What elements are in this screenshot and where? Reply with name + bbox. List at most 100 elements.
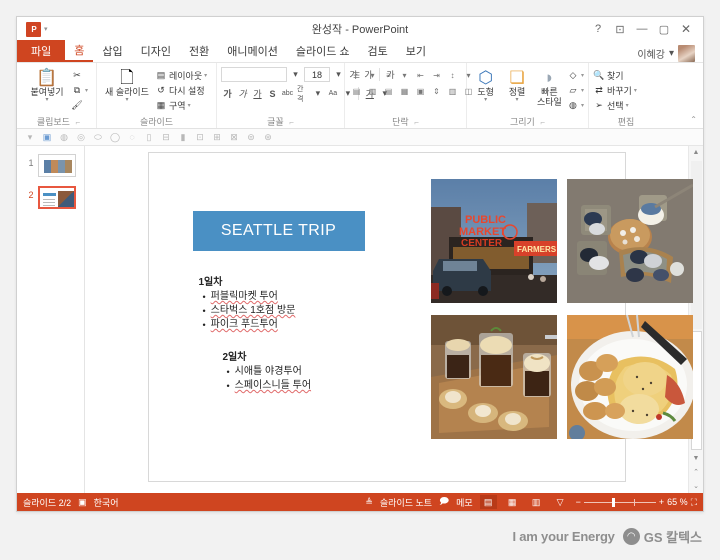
tab-design[interactable]: 디자인 — [132, 40, 180, 62]
strikethrough-button[interactable]: abc — [281, 87, 294, 101]
picture-tool-effect-1-icon[interactable]: ◍ — [57, 131, 71, 144]
picture-tool-crop-icon[interactable]: ▣ — [40, 131, 54, 144]
photo-cafe-lounge[interactable] — [566, 179, 693, 303]
replace-arrow-icon[interactable]: ▾ — [634, 87, 637, 94]
bold-button[interactable]: 가 — [221, 87, 234, 101]
picture-tool-align-1-icon[interactable]: ▯ — [142, 131, 156, 144]
layout-dropdown-arrow-icon[interactable]: ▾ — [204, 72, 207, 79]
thumbnail-row-2[interactable]: 2 — [26, 186, 76, 209]
comments-button[interactable]: 메모 — [456, 496, 473, 509]
arrange-button[interactable]: ❏ 정렬 ▾ — [502, 66, 531, 103]
find-button[interactable]: 🔍 찾기 — [593, 68, 637, 82]
scroll-up-button[interactable]: ▲ — [689, 146, 704, 160]
avatar[interactable] — [678, 45, 695, 62]
shape-effects-button[interactable]: ◍ ▾ — [567, 98, 584, 112]
fit-to-window-icon[interactable]: ⛶ — [691, 497, 697, 508]
scroll-down-button[interactable]: ▼ — [689, 451, 704, 465]
clipboard-dialog-launcher[interactable]: ⌐ — [75, 118, 80, 127]
shapes-dropdown-arrow-icon[interactable]: ▾ — [484, 97, 487, 103]
align-text-icon[interactable]: ▥ — [445, 84, 460, 98]
shapes-button[interactable]: ⬡ 도형 ▾ — [471, 66, 500, 103]
font-size-dropdown-arrow-icon[interactable]: ▾ — [332, 68, 345, 82]
shape-effects-arrow-icon[interactable]: ▾ — [581, 102, 584, 109]
picture-tool-effect-4-icon[interactable]: ◯ — [108, 131, 122, 144]
ribbon-display-options-button[interactable]: ⊡ — [609, 19, 631, 39]
tab-home[interactable]: 홈 — [65, 40, 94, 62]
notes-button[interactable]: 슬라이드 노트 — [380, 496, 432, 509]
paste-dropdown-arrow-icon[interactable]: ▾ — [45, 97, 48, 103]
shape-fill-button[interactable]: ◇ ▾ — [567, 68, 584, 82]
format-painter-button[interactable]: 🖌 — [71, 98, 88, 112]
copy-button[interactable]: ⧉ ▾ — [71, 83, 88, 97]
bullets-arrow-icon[interactable]: ▾ — [365, 68, 380, 82]
numbering-arrow-icon[interactable]: ▾ — [397, 68, 412, 82]
current-slide[interactable]: SEATTLE TRIP 1일차 • 퍼블릭마켓 투어 • 스타벅스 1호점 방… — [147, 152, 693, 482]
columns-icon[interactable]: ▣ — [413, 84, 428, 98]
shape-outline-arrow-icon[interactable]: ▾ — [581, 87, 584, 94]
photo-coffee-drinks[interactable] — [430, 315, 557, 439]
account-area[interactable]: 이혜강 ▾ — [637, 45, 703, 62]
decrease-indent-icon[interactable]: ⇤ — [413, 68, 428, 82]
slideshow-button[interactable]: ▽ — [552, 495, 569, 509]
collapse-ribbon-icon[interactable]: ⌃ — [690, 115, 697, 124]
quick-styles-button[interactable]: ◗ 빠른 스타일 — [534, 66, 565, 107]
slide-title-placeholder[interactable]: SEATTLE TRIP — [192, 211, 365, 251]
thumbnail-row-1[interactable]: 1 — [26, 154, 76, 177]
picture-tool-effect-2-icon[interactable]: ◎ — [74, 131, 88, 144]
change-case-button[interactable]: Aa — [326, 87, 339, 101]
picture-tool-align-6-icon[interactable]: ⊠ — [227, 131, 241, 144]
language-indicator[interactable]: 한국어 — [94, 496, 119, 509]
normal-view-button[interactable]: ▤ — [479, 495, 497, 509]
new-slide-button[interactable]: 🗋 새 슬라이드 ▾ — [101, 66, 153, 103]
align-center-icon[interactable]: ▥ — [365, 84, 380, 98]
picture-tool-align-3-icon[interactable]: ▮ — [176, 131, 190, 144]
text-shadow-button[interactable]: S — [266, 87, 279, 101]
tab-slideshow[interactable]: 슬라이드 쇼 — [287, 40, 359, 62]
arrange-dropdown-arrow-icon[interactable]: ▾ — [516, 97, 519, 103]
picture-tool-arrow-icon[interactable]: ▾ — [23, 131, 37, 144]
bullet-list-icon[interactable]: ☰ — [349, 68, 364, 82]
increase-indent-icon[interactable]: ⇥ — [429, 68, 444, 82]
zoom-slider[interactable] — [583, 497, 656, 507]
section-dropdown-arrow-icon[interactable]: ▾ — [188, 102, 191, 109]
picture-tool-effect-3-icon[interactable]: ⬭ — [91, 131, 105, 144]
paste-button[interactable]: 📋 붙여넣기 ▾ — [25, 66, 69, 103]
zoom-out-button[interactable]: − — [576, 497, 581, 507]
font-name-input[interactable] — [221, 67, 287, 82]
drawing-dialog-launcher[interactable]: ⌐ — [540, 118, 545, 127]
tab-review[interactable]: 검토 — [359, 40, 397, 62]
shape-fill-arrow-icon[interactable]: ▾ — [581, 72, 584, 79]
picture-tool-align-7-icon[interactable]: ⊜ — [244, 131, 258, 144]
photo-eggs-benedict[interactable] — [566, 315, 693, 439]
picture-tool-align-8-icon[interactable]: ⊛ — [261, 131, 275, 144]
align-right-icon[interactable]: ▤ — [381, 84, 396, 98]
slide-sorter-button[interactable]: ▦ — [504, 495, 521, 509]
new-slide-dropdown-arrow-icon[interactable]: ▾ — [125, 97, 128, 103]
font-dialog-launcher[interactable]: ⌐ — [289, 118, 294, 127]
reset-button[interactable]: ↺ 다시 설정 — [155, 83, 207, 97]
text-direction-icon[interactable]: ⇕ — [429, 84, 444, 98]
tab-animations[interactable]: 애니메이션 — [218, 40, 287, 62]
tab-view[interactable]: 보기 — [397, 40, 435, 62]
zoom-slider-handle[interactable] — [611, 497, 615, 507]
photo-pike-place-market[interactable]: PUBLIC MARKET CENTER FARMERS — [430, 179, 557, 303]
copy-dropdown-arrow-icon[interactable]: ▾ — [85, 87, 88, 94]
character-spacing-arrow-icon[interactable]: ▾ — [311, 87, 324, 101]
paragraph-dialog-launcher[interactable]: ⌐ — [414, 118, 419, 127]
section-button[interactable]: ▦ 구역 ▾ — [155, 98, 207, 112]
zoom-level-label[interactable]: 65 % — [667, 497, 688, 507]
picture-tool-effect-5-icon[interactable]: ◌ — [125, 131, 139, 144]
maximize-button[interactable]: ▢ — [653, 19, 675, 39]
picture-tool-align-4-icon[interactable]: ⊡ — [193, 131, 207, 144]
zoom-in-button[interactable]: + — [659, 497, 664, 507]
minimize-button[interactable]: — — [631, 19, 653, 39]
slide-body-placeholder[interactable]: 1일차 • 퍼블릭마켓 투어 • 스타벅스 1호점 방문 • 파이크 푸드투어 — [199, 273, 389, 393]
line-spacing-icon[interactable]: ↕ — [445, 68, 460, 82]
tab-insert[interactable]: 삽입 — [93, 40, 131, 62]
character-spacing-button[interactable]: 간격 — [296, 86, 309, 103]
close-button[interactable]: ✕ — [675, 19, 697, 39]
slide-thumbnail-1[interactable] — [37, 154, 76, 177]
select-button[interactable]: ➢ 선택 ▾ — [593, 98, 637, 112]
previous-slide-button[interactable]: ⌃ — [689, 465, 704, 479]
italic-button[interactable]: 가 — [236, 87, 249, 101]
